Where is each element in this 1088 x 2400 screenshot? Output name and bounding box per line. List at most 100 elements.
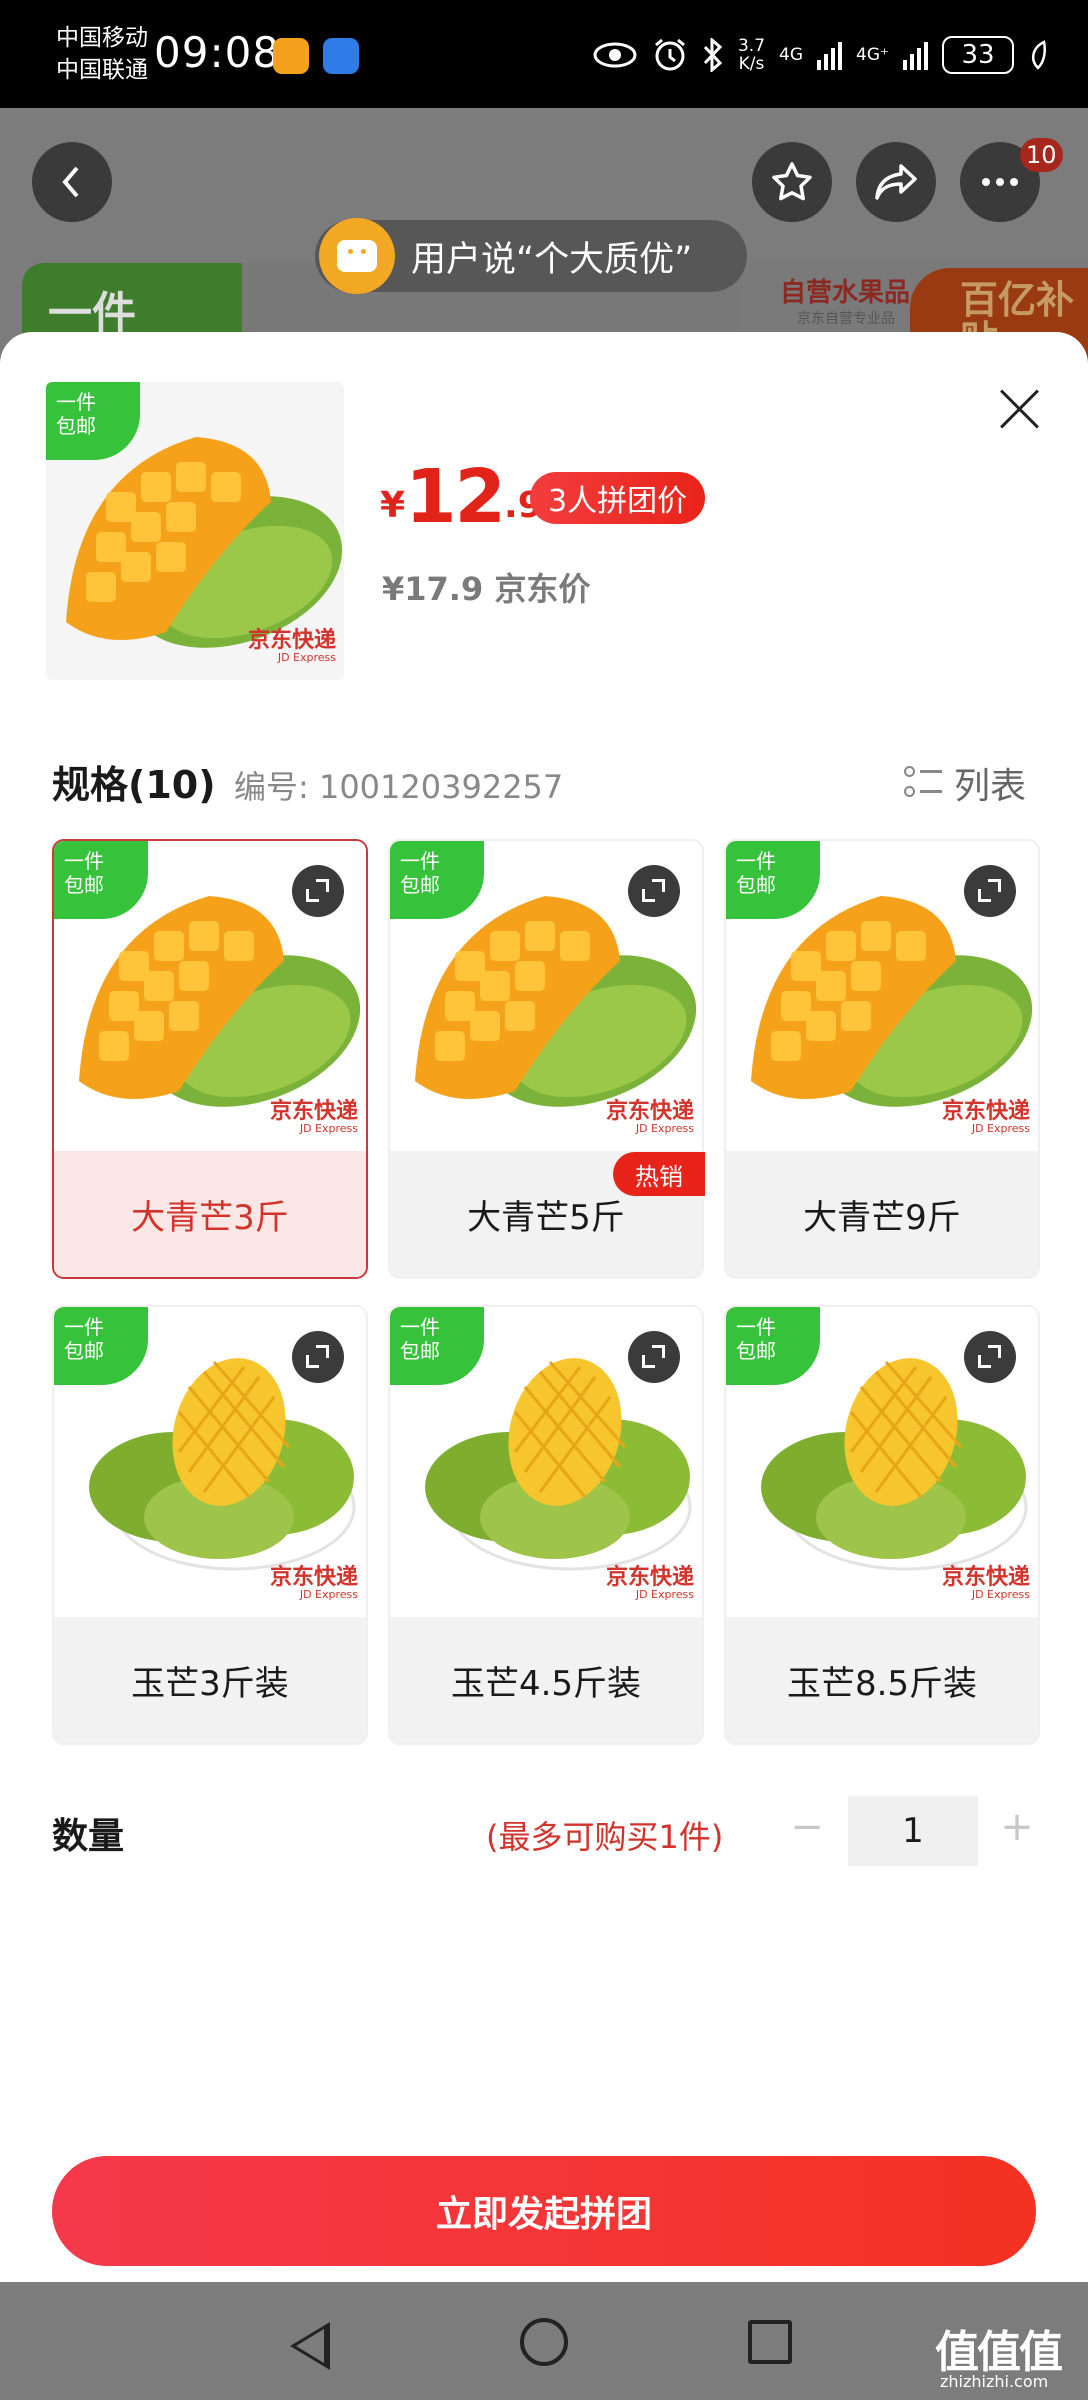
spec-selection-sheet: 一件 包邮 京东快递 JD Express ¥ 12 .9 3人拼团价 ¥17.9… <box>0 332 1088 2282</box>
speed-unit: K/s <box>738 54 765 74</box>
star-icon <box>772 162 812 201</box>
spec-option-card[interactable]: 一件 包邮京东快递 JD Express 玉芒4.5斤装 <box>388 1305 704 1745</box>
jd-express-logo: 京东快递 JD Express <box>606 1101 694 1135</box>
group-price: ¥ 12 .9 <box>380 460 543 534</box>
jd-express-logo: 京东快递 JD Express <box>248 630 336 664</box>
notification-app-icon <box>273 38 309 74</box>
expand-icon[interactable] <box>964 1331 1016 1383</box>
carrier-1: 中国移动 <box>56 25 148 51</box>
brand-mark-en: JD Express <box>971 1122 1030 1135</box>
purchase-limit: (最多可购买1件) <box>486 1818 724 1856</box>
store-sub: 京东自营专业品 <box>797 311 895 327</box>
leaf-icon <box>1031 40 1046 70</box>
signal-icon <box>817 40 843 70</box>
notification-app-icon-2 <box>323 38 359 74</box>
jd-express-logo: 京东快递 JD Express <box>942 1567 1030 1601</box>
ship-tag-line1: 一件 <box>400 1315 440 1339</box>
ship-tag-line1: 一件 <box>56 390 96 414</box>
more-dots-icon <box>982 178 1018 186</box>
alarm-icon <box>655 38 685 71</box>
review-pill: 用户说“个大质优” <box>315 218 747 294</box>
watermark-logo: 值值值 <box>935 2327 1063 2378</box>
nav-home-icon[interactable] <box>520 2318 568 2366</box>
status-bar: 中国移动 中国联通 09:08 3.7 K/s 4G 4G⁺ 33 <box>0 0 1088 108</box>
ship-tag-line2: 包邮 <box>64 873 104 897</box>
brand-mark: 京东快递 <box>605 1565 694 1590</box>
spec-option-card[interactable]: 一件 包邮 京东快递 JD Express 玉芒8.5斤装 <box>724 1305 1040 1745</box>
brand-mark-en: JD Express <box>277 651 336 664</box>
carrier-2: 中国联通 <box>56 57 148 83</box>
expand-icon[interactable] <box>628 865 680 917</box>
favorite-button[interactable] <box>752 142 832 222</box>
spec-option-label: 玉芒4.5斤装 <box>390 1617 702 1743</box>
ship-tag-line2: 包邮 <box>56 414 96 438</box>
ship-tag-line1: 一件 <box>400 849 440 873</box>
currency-symbol: ¥ <box>380 485 406 526</box>
brand-mark-en: JD Express <box>635 1122 694 1135</box>
net-type-2: 4G⁺ <box>856 45 889 65</box>
brand-mark: 京东快递 <box>941 1099 1030 1124</box>
product-thumbnail[interactable]: 一件 包邮 京东快递 JD Express <box>46 382 344 680</box>
brand-mark-en: JD Express <box>299 1588 358 1601</box>
close-icon[interactable] <box>998 387 1042 431</box>
expand-icon[interactable] <box>292 1331 344 1383</box>
jd-express-logo: 京东快递 JD Express <box>942 1101 1030 1135</box>
brand-mark: 京东快递 <box>941 1565 1030 1590</box>
spec-option-label: 玉芒8.5斤装 <box>726 1617 1038 1743</box>
spec-option-card[interactable]: 一件 包邮 京东快递 JD Express 大青芒9斤 <box>724 839 1040 1279</box>
spec-option-card[interactable]: 一件 包邮京东快递 JD Express 玉芒3斤装 <box>52 1305 368 1745</box>
spec-title: 规格(10) <box>52 763 216 807</box>
battery-icon: 33 <box>942 36 1014 74</box>
ship-tag-line2: 包邮 <box>400 1339 440 1363</box>
system-nav-bar <box>0 2282 1088 2400</box>
spec-option-label: 大青芒3斤 <box>54 1151 366 1277</box>
spec-option-label: 玉芒3斤装 <box>54 1617 366 1743</box>
net-speed: 3.7 K/s <box>738 37 765 73</box>
start-group-buy-button[interactable]: 立即发起拼团 <box>52 2156 1036 2266</box>
eye-icon <box>593 42 637 68</box>
signal-icon-2 <box>903 40 928 70</box>
smile-bubble-icon <box>319 218 395 294</box>
brand-mark-en: JD Express <box>971 1588 1030 1601</box>
nav-recents-icon[interactable] <box>748 2320 792 2364</box>
expand-icon[interactable] <box>292 865 344 917</box>
nav-back-icon[interactable] <box>290 2322 330 2370</box>
quantity-decrease-button[interactable]: − <box>790 1807 824 1847</box>
expand-icon[interactable] <box>964 865 1016 917</box>
store-name: 自营水果品 <box>780 278 911 308</box>
quantity-label: 数量 <box>52 1816 125 1857</box>
ship-tag-line1: 一件 <box>736 1315 776 1339</box>
status-icons: 3.7 K/s 4G 4G⁺ 33 <box>592 30 1048 80</box>
bluetooth-icon <box>703 38 723 72</box>
brand-mark-en: JD Express <box>299 1122 358 1135</box>
quantity-input[interactable]: 1 <box>848 1796 978 1866</box>
ship-tag-line2: 包邮 <box>736 873 776 897</box>
ship-tag-line2: 包邮 <box>64 1339 104 1363</box>
brand-mark: 京东快递 <box>247 628 336 653</box>
list-icon <box>904 765 942 801</box>
brand-mark: 京东快递 <box>269 1565 358 1590</box>
ship-tag-line1: 一件 <box>64 849 104 873</box>
quantity-increase-button[interactable]: + <box>999 1805 1035 1849</box>
net-type-1: 4G <box>779 45 804 65</box>
spec-option-card[interactable]: 一件 包邮 京东快递 JD Express 大青芒5斤 <box>388 839 704 1279</box>
cart-count-badge: 10 <box>1020 138 1063 172</box>
list-view-toggle[interactable]: 列表 <box>904 757 1026 809</box>
back-button[interactable] <box>32 142 112 222</box>
jd-express-logo: 京东快递 JD Express <box>270 1567 358 1601</box>
watermark-url: zhizhizhi.com <box>940 2372 1049 2391</box>
spec-option-card[interactable]: 一件 包邮京东快递 JD Express 大青芒3斤 <box>52 839 368 1279</box>
price-integer: 12 <box>405 454 506 540</box>
brand-mark-en: JD Express <box>635 1588 694 1601</box>
share-button[interactable] <box>856 142 936 222</box>
carriers: 中国移动 中国联通 <box>56 22 148 86</box>
brand-mark: 京东快递 <box>605 1099 694 1124</box>
expand-icon[interactable] <box>628 1331 680 1383</box>
review-text: 用户说“个大质优” <box>411 239 693 280</box>
jd-express-logo: 京东快递 JD Express <box>270 1101 358 1135</box>
share-icon <box>875 164 917 200</box>
ship-tag-line1: 一件 <box>736 849 776 873</box>
ship-tag-line2: 包邮 <box>400 873 440 897</box>
ship-tag-line1: 一件 <box>64 1315 104 1339</box>
chevron-left-icon <box>62 166 79 198</box>
